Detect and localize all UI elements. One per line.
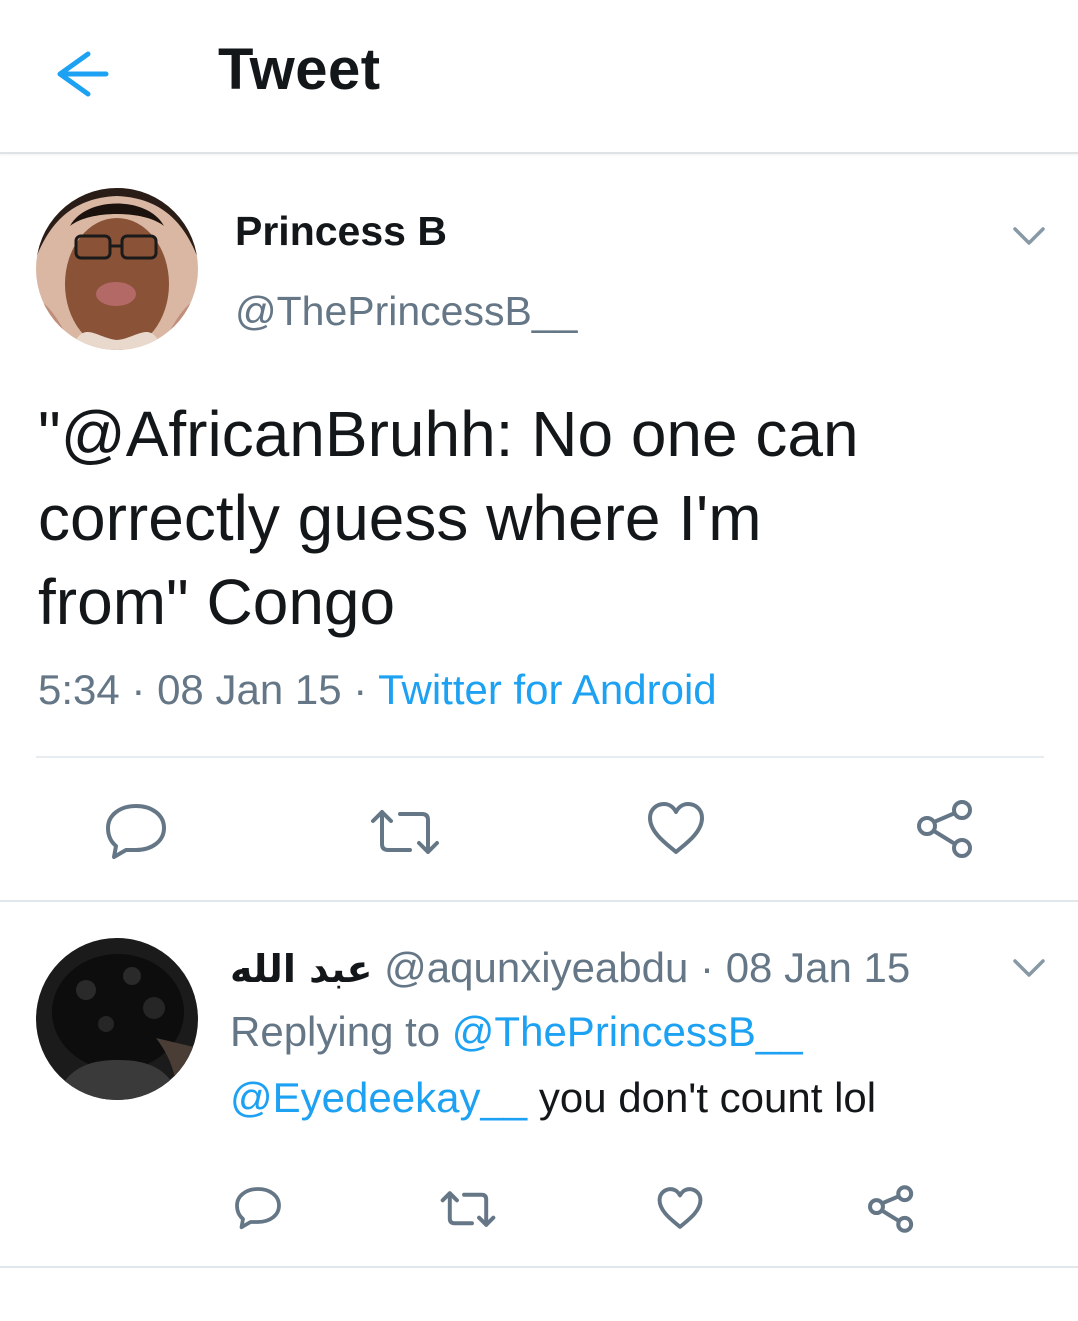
display-name[interactable]: عبد الله	[230, 947, 373, 991]
top-bar: Tweet	[0, 0, 1078, 154]
reply-text: @Eyedeekay__ you don't count lol	[230, 1074, 876, 1122]
like-button[interactable]	[646, 800, 706, 856]
back-button[interactable]	[52, 42, 116, 106]
like-button[interactable]	[656, 1186, 704, 1230]
reply-button[interactable]	[234, 1184, 282, 1230]
share-icon	[868, 1185, 914, 1233]
share-icon	[917, 800, 972, 858]
divider	[36, 756, 1044, 758]
page-title: Tweet	[218, 37, 381, 102]
meta-separator: ·	[341, 666, 379, 713]
tweet-source-link[interactable]: Twitter for Android	[378, 666, 716, 713]
tweet-time: 5:34	[38, 666, 120, 713]
mention-link[interactable]: @Eyedeekay__	[230, 1074, 527, 1121]
tweet-text: "@AfricanBruhh: No one can correctly gue…	[38, 398, 859, 638]
reply-icon	[106, 804, 166, 859]
avatar[interactable]	[36, 938, 198, 1100]
reply-button[interactable]	[104, 800, 168, 860]
divider	[0, 900, 1078, 902]
reply-icon	[235, 1187, 281, 1230]
chevron-down-icon	[1013, 227, 1045, 245]
divider	[0, 1266, 1078, 1268]
reply-date: 08 Jan 15	[725, 944, 911, 991]
replying-to-handle-link[interactable]: @ThePrincessB__	[452, 1008, 803, 1055]
retweet-button[interactable]	[440, 1190, 496, 1228]
replying-to-label: Replying to	[230, 1008, 452, 1055]
chevron-down-icon	[1013, 959, 1045, 977]
display-name[interactable]: Princess B	[235, 208, 447, 255]
like-icon	[648, 802, 704, 854]
meta-separator: ·	[688, 944, 726, 991]
profile-photo	[36, 188, 198, 350]
avatar[interactable]	[36, 188, 198, 350]
retweet-icon	[371, 810, 439, 854]
share-button[interactable]	[914, 798, 976, 860]
like-icon	[657, 1187, 703, 1229]
replying-to: Replying to @ThePrincessB__	[230, 1008, 803, 1056]
reply-header: عبد الله @aqunxiyeabdu · 08 Jan 15	[230, 944, 910, 992]
user-handle[interactable]: @ThePrincessB__	[235, 288, 577, 335]
retweet-icon	[440, 1191, 496, 1227]
share-button[interactable]	[866, 1184, 916, 1234]
tweet-date: 08 Jan 15	[157, 666, 342, 713]
meta-separator: ·	[119, 666, 158, 713]
reply-body: you don't count lol	[527, 1074, 877, 1121]
arrow-left-icon	[57, 51, 109, 97]
profile-photo	[36, 938, 198, 1100]
tweet-menu-button[interactable]	[1012, 224, 1046, 248]
tweet-menu-button[interactable]	[1012, 956, 1046, 980]
tweet-meta: 5:34 · 08 Jan 15 · Twitter for Android	[38, 666, 717, 714]
user-handle[interactable]: @aqunxiyeabdu	[384, 944, 688, 991]
retweet-button[interactable]	[370, 808, 440, 856]
